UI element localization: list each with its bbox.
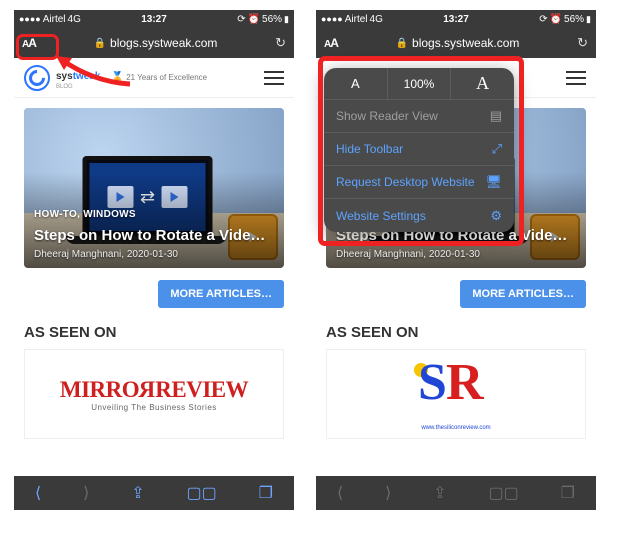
signal-icon: ●●●● [321, 14, 343, 24]
reader-icon: ▤ [490, 108, 502, 124]
lock-icon: 🔒 [94, 38, 106, 49]
article-card[interactable]: ⇄ HOW-TO, WINDOWS Steps on How to Rotate… [24, 108, 284, 268]
alarm-icon: ⏰ [248, 14, 260, 25]
lock-icon: 🔒 [396, 38, 408, 49]
clock: 13:27 [411, 14, 501, 25]
request-desktop-website[interactable]: Request Desktop Website🖥 [324, 166, 514, 199]
text-size-smaller[interactable]: A [324, 76, 387, 91]
address-bar: AA 🔒 blogs.systweak.com ↻ [316, 28, 596, 58]
hamburger-menu-icon[interactable] [264, 71, 284, 85]
back-icon[interactable]: ⟨ [337, 483, 343, 503]
carrier-label: Airtel [345, 14, 368, 25]
right-screenshot: ●●●● Airtel 4G 13:27 ⟳ ⏰ 56% ▮ AA 🔒 blog… [316, 10, 596, 510]
battery-icon: ▮ [586, 14, 591, 25]
gear-icon: ⚙ [490, 208, 502, 224]
safari-toolbar: ⟨ ⟩ ⇪ ▢▢ ❐ [316, 476, 596, 510]
battery-pct: 56% [564, 14, 584, 25]
back-icon[interactable]: ⟨ [35, 483, 41, 503]
as-seen-on-heading: AS SEEN ON [24, 324, 284, 341]
signal-icon: ●●●● [19, 14, 41, 24]
bookmarks-icon[interactable]: ▢▢ [187, 483, 217, 503]
expand-icon: ⤢ [492, 141, 502, 157]
aa-button[interactable]: AA [22, 36, 36, 50]
orientation-lock-icon: ⟳ [539, 14, 547, 25]
reload-icon[interactable]: ↻ [275, 35, 286, 51]
clock: 13:27 [109, 14, 199, 25]
annotation-arrow [54, 54, 134, 89]
tabs-icon[interactable]: ❐ [259, 483, 273, 503]
hamburger-menu-icon[interactable] [566, 71, 586, 85]
article-byline: Dheeraj Manghnani, 2020-01-30 [34, 249, 178, 260]
safari-toolbar: ⟨ ⟩ ⇪ ▢▢ ❐ [14, 476, 294, 510]
network-label: 4G [370, 14, 383, 25]
systweak-logo-icon [24, 65, 50, 91]
forward-icon[interactable]: ⟩ [385, 483, 391, 503]
as-seen-on-heading: AS SEEN ON [326, 324, 586, 341]
bookmarks-icon[interactable]: ▢▢ [489, 483, 519, 503]
reload-icon[interactable]: ↻ [577, 35, 588, 51]
status-bar: ●●●● Airtel 4G 13:27 ⟳ ⏰ 56% ▮ [316, 10, 596, 28]
show-reader-view[interactable]: Show Reader View▤ [324, 100, 514, 133]
battery-pct: 56% [262, 14, 282, 25]
press-logo-mirrorreview: MIRRORREVIEW Unveiling The Business Stor… [24, 349, 284, 439]
desktop-icon: 🖥 [485, 174, 502, 190]
carrier-label: Airtel [43, 14, 66, 25]
article-title: Steps on How to Rotate a Vide… [34, 227, 276, 244]
share-icon[interactable]: ⇪ [433, 483, 446, 503]
article-byline: Dheeraj Manghnani, 2020-01-30 [336, 249, 480, 260]
more-articles-button[interactable]: MORE ARTICLES… [460, 280, 586, 308]
more-articles-button[interactable]: MORE ARTICLES… [158, 280, 284, 308]
tabs-icon[interactable]: ❐ [561, 483, 575, 503]
article-tags: HOW-TO, WINDOWS [34, 209, 136, 220]
battery-icon: ▮ [284, 14, 289, 25]
url-text: blogs.systweak.com [110, 36, 217, 50]
website-settings[interactable]: Website Settings⚙ [324, 199, 514, 232]
status-bar: ●●●● Airtel 4G 13:27 ⟳ ⏰ 56% ▮ [14, 10, 294, 28]
press-logo-siliconreview: S R www.thesiliconreview.com [326, 349, 586, 439]
share-icon[interactable]: ⇪ [131, 483, 144, 503]
text-size-larger[interactable]: A [451, 73, 514, 94]
aa-menu-popover: A 100% A Show Reader View▤ Hide Toolbar⤢… [324, 68, 514, 232]
orientation-lock-icon: ⟳ [237, 14, 245, 25]
network-label: 4G [68, 14, 81, 25]
left-screenshot: ●●●● Airtel 4G 13:27 ⟳ ⏰ 56% ▮ AA 🔒 blog… [14, 10, 294, 510]
url-text: blogs.systweak.com [412, 36, 519, 50]
aa-button[interactable]: AA [324, 36, 338, 50]
hide-toolbar[interactable]: Hide Toolbar⤢ [324, 133, 514, 166]
zoom-level[interactable]: 100% [387, 68, 452, 100]
alarm-icon: ⏰ [550, 14, 562, 25]
forward-icon[interactable]: ⟩ [83, 483, 89, 503]
